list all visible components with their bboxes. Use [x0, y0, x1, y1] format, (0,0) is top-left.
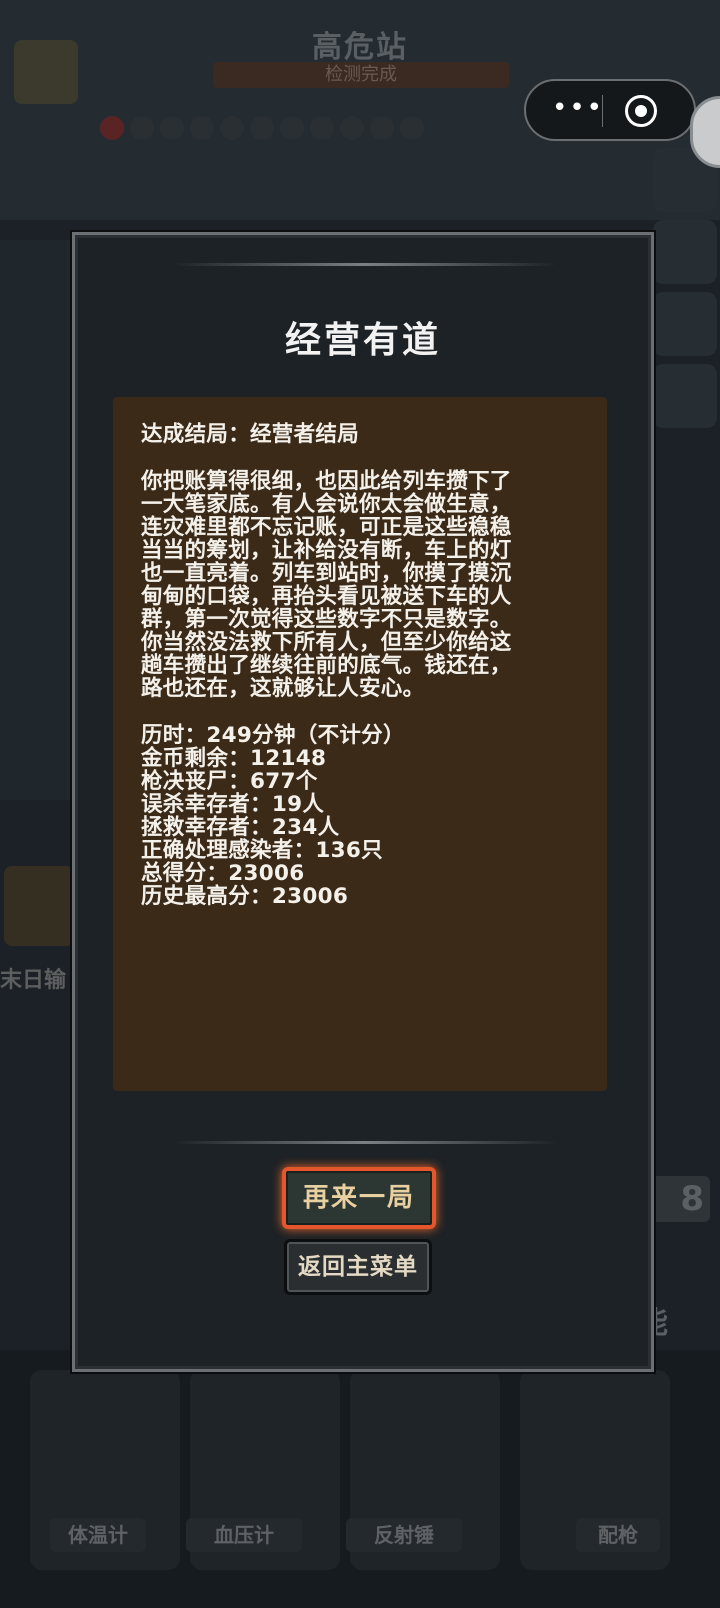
- story-line: 你把账算得很细，也因此给列车攒下了: [141, 469, 512, 494]
- side-toolbar: [650, 140, 720, 436]
- tool-label: 配枪: [576, 1518, 660, 1552]
- stat-value: 249分钟（不计分）: [206, 723, 405, 748]
- stat-total-score: 总得分： 23006: [141, 862, 585, 885]
- play-again-button[interactable]: 再来一局: [282, 1167, 436, 1229]
- story-line: 连灾难里都不忘记账，可正是这些稳稳: [141, 515, 512, 540]
- story-line: 你当然没法救下所有人，但至少你给这: [141, 630, 512, 655]
- stat-infected-handled: 正确处理感染者： 136只: [141, 839, 585, 862]
- left-partial-label: 末日输: [0, 968, 67, 993]
- heart-icon: [220, 116, 244, 140]
- stat-duration: 历时： 249分钟（不计分）: [141, 724, 585, 747]
- station-status: 检测完成: [213, 62, 509, 88]
- heart-icon: [340, 116, 364, 140]
- stat-survivors-killed: 误杀幸存者： 19人: [141, 793, 585, 816]
- passenger-figure: [0, 240, 70, 800]
- player-avatar: [14, 40, 78, 104]
- heart-icon: [310, 116, 334, 140]
- stat-label: 金币剩余：: [141, 746, 251, 771]
- stat-label: 历时：: [141, 723, 207, 748]
- stat-coins: 金币剩余： 12148: [141, 747, 585, 770]
- left-item-tile: [4, 866, 74, 946]
- stat-high-score: 历史最高分： 23006: [141, 885, 585, 908]
- heart-icon: [370, 116, 394, 140]
- main-menu-button[interactable]: 返回主菜单: [284, 1239, 432, 1295]
- health-hearts: [100, 116, 424, 140]
- heart-icon: [400, 116, 424, 140]
- story-line: 甸甸的口袋，再抬头看见被送下车的人: [141, 584, 512, 609]
- stat-value: 136只: [315, 838, 383, 863]
- tool-label: 反射锤: [346, 1518, 462, 1552]
- bottom-divider: [173, 1141, 557, 1144]
- story-line: 一大笔家底。有人会说你太会做生意，: [141, 492, 512, 517]
- ending-line: 达成结局：经营者结局: [141, 422, 360, 447]
- stat-value: 12148: [250, 746, 327, 771]
- stat-value: 234人: [271, 815, 340, 840]
- stat-label: 拯救幸存者：: [141, 815, 272, 840]
- stat-label: 正确处理感染者：: [141, 838, 316, 863]
- heart-icon: [190, 116, 214, 140]
- stat-value: 23006: [271, 884, 349, 909]
- story-line: 当当的筹划，让补给没有断，车上的灯: [141, 538, 512, 563]
- capsule-divider: [602, 95, 603, 127]
- stat-label: 误杀幸存者：: [141, 792, 272, 817]
- dialog-title: 经营有道: [284, 319, 441, 361]
- heart-icon: [100, 116, 124, 140]
- stat-value: 19人: [271, 792, 325, 817]
- story-panel: 达成结局：经营者结局 你把账算得很细，也因此给列车攒下了 一大笔家底。有人会说你…: [113, 397, 607, 1091]
- more-dots-icon[interactable]: •••: [548, 95, 608, 123]
- heart-icon: [250, 116, 274, 140]
- story-line: 路也还在，这就够让人安心。: [141, 676, 425, 701]
- heart-icon: [160, 116, 184, 140]
- stat-zombies-shot: 枪决丧尸： 677个: [141, 770, 585, 793]
- story-line: 趟车攒出了继续往前的底气。钱还在，: [141, 653, 512, 678]
- heart-icon: [130, 116, 154, 140]
- heart-icon: [280, 116, 304, 140]
- side-tile: [653, 364, 717, 428]
- story-line: 群，第一次觉得这些数字不只是数字。: [141, 607, 512, 632]
- tool-label: 血压计: [186, 1518, 302, 1552]
- top-divider: [173, 263, 557, 266]
- stat-value: 677个: [250, 769, 318, 794]
- side-tile: [653, 292, 717, 356]
- stat-label: 枪决丧尸：: [141, 769, 251, 794]
- stat-label: 总得分：: [141, 861, 229, 886]
- stat-value: 23006: [228, 861, 305, 886]
- target-close-icon[interactable]: [625, 95, 657, 127]
- stat-label: 历史最高分：: [141, 884, 272, 909]
- miniprogram-capsule: •••: [524, 79, 696, 141]
- ending-dialog: 经营有道 达成结局：经营者结局 你把账算得很细，也因此给列车攒下了 一大笔家底。…: [72, 232, 654, 1372]
- side-tile: [653, 220, 717, 284]
- stats-list: 历时： 249分钟（不计分） 金币剩余： 12148 枪决丧尸： 677个 误杀幸存者…: [141, 724, 585, 908]
- station-title: 高危站: [312, 30, 408, 65]
- story-text: 你把账算得很细，也因此给列车攒下了 一大笔家底。有人会说你太会做生意， 连灾难里…: [141, 470, 585, 700]
- story-line: 也一直亮着。列车到站时，你摸了摸沉: [141, 561, 512, 586]
- stat-survivors-saved: 拯救幸存者： 234人: [141, 816, 585, 839]
- tool-label: 体温计: [50, 1518, 146, 1552]
